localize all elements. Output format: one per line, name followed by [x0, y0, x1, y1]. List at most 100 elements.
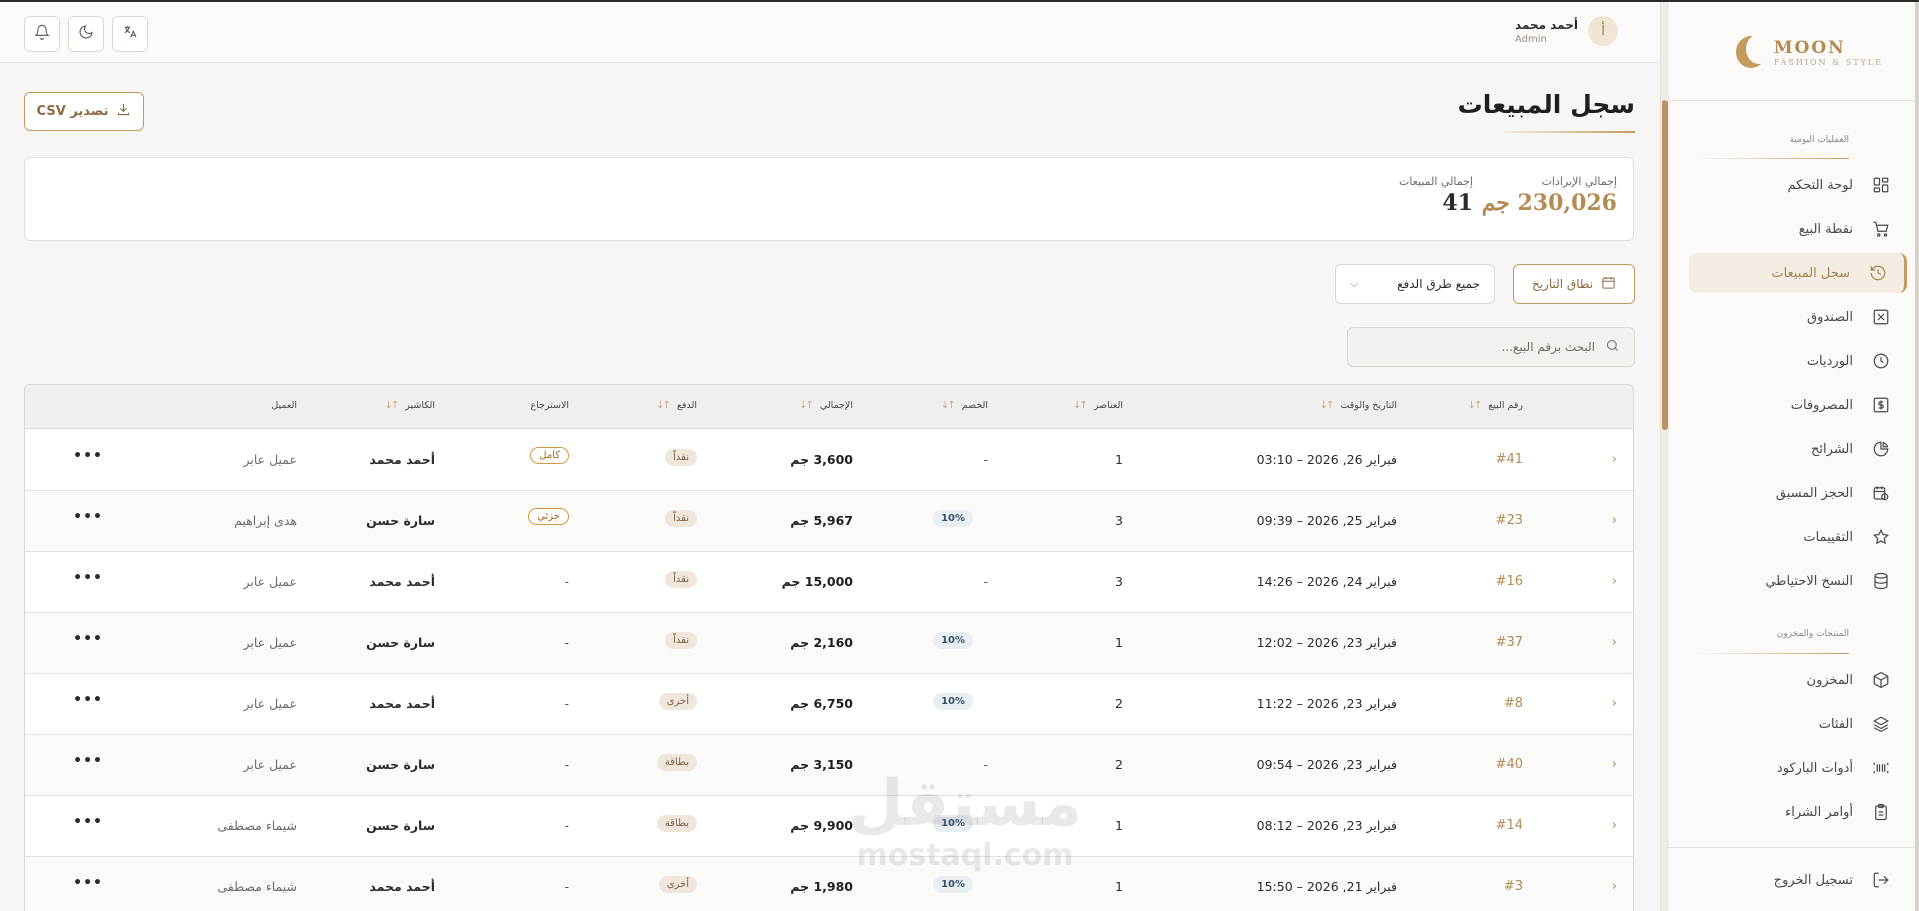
sale-id[interactable]: #8 [1504, 696, 1523, 711]
date-range-filter[interactable]: نطاق التاريخ [1513, 264, 1635, 304]
table-row[interactable]: ‹ #40 فبراير 23, 2026 – 09:54 2 - 3,150 جم بطا… [25, 735, 1633, 796]
box-icon [1871, 670, 1891, 690]
sort-icon[interactable]: ↑↓ [1320, 400, 1335, 411]
logout-button[interactable]: تسجيل الخروج [1689, 860, 1907, 900]
column-header-sale-id[interactable]: رقم البيع ↑↓ [1467, 400, 1523, 411]
column-header-label: العناصر [1093, 400, 1123, 411]
stat-value: 41 [1442, 190, 1473, 216]
sale-id[interactable]: #14 [1496, 818, 1523, 833]
logout-label: تسجيل الخروج [1773, 872, 1853, 888]
search-input[interactable] [1375, 340, 1595, 354]
expand-row-chevron-icon[interactable]: ‹ [1612, 818, 1617, 833]
page-scrollbar[interactable] [1915, 2, 1919, 911]
expand-row-chevron-icon[interactable]: ‹ [1612, 513, 1617, 528]
sidebar-item-cash-box[interactable]: الصندوق [1689, 297, 1907, 337]
theme-toggle-button[interactable] [68, 16, 104, 52]
search-field[interactable] [1347, 327, 1635, 367]
sidebar-item-sales-history[interactable]: سجل المبيعات [1689, 253, 1907, 293]
sidebar-item-pre-booking[interactable]: الحجز المسبق [1689, 473, 1907, 513]
language-button[interactable] [112, 16, 148, 52]
sidebar-item-expenses[interactable]: المصروفات [1689, 385, 1907, 425]
expand-row-chevron-icon[interactable]: ‹ [1612, 574, 1617, 589]
column-header-payment[interactable]: الدفع ↑↓ [656, 400, 697, 411]
column-header-label: الإجمالي [819, 400, 853, 411]
discount-badge: 10% [933, 815, 973, 832]
row-actions-more-icon[interactable]: ••• [73, 509, 103, 525]
user-menu[interactable]: أ أحمد محمد Admin [1515, 16, 1618, 46]
sidebar-item-barcode-tools[interactable]: أدوات الباركود [1689, 748, 1907, 788]
payment-method-badge: نقداً [665, 510, 697, 527]
table-row[interactable]: ‹ #23 فبراير 25, 2026 – 09:39 3 10% 5,967 جم ن… [25, 491, 1633, 552]
sale-id[interactable]: #40 [1496, 757, 1523, 772]
expand-row-chevron-icon[interactable]: ‹ [1612, 879, 1617, 894]
column-header-cashier[interactable]: الكاشير ↑↓ [384, 400, 435, 411]
column-header-discount[interactable]: الخصم ↑↓ [941, 400, 988, 411]
expand-row-chevron-icon[interactable]: ‹ [1612, 696, 1617, 711]
column-header-items[interactable]: العناصر ↑↓ [1073, 400, 1123, 411]
expand-row-chevron-icon[interactable]: ‹ [1612, 635, 1617, 650]
table-row[interactable]: ‹ #3 فبراير 21, 2026 – 15:50 1 10% 1,980 جم أخ… [25, 857, 1633, 911]
sale-datetime: فبراير 23, 2026 – 09:54 [1256, 757, 1397, 772]
column-header-total[interactable]: الإجمالي ↑↓ [799, 400, 853, 411]
row-actions-more-icon[interactable]: ••• [73, 570, 103, 586]
table-row[interactable]: ‹ #41 فبراير 26, 2026 – 03:10 1 - 3,600 جم نقد… [25, 430, 1633, 491]
table-header: رقم البيع ↑↓ التاريخ والوقت ↑↓ العناصر ↑↓ ا… [25, 385, 1633, 429]
sidebar-item-tiers[interactable]: الشرائح [1689, 429, 1907, 469]
sidebar-scrollbar[interactable] [1661, 2, 1669, 911]
sidebar-item-pos[interactable]: نقطة البيع [1689, 209, 1907, 249]
total-amount: 3,600 جم [790, 452, 853, 467]
sale-id[interactable]: #41 [1496, 452, 1523, 467]
sidebar-item-dashboard[interactable]: لوحة التحكم [1689, 165, 1907, 205]
cash-box-icon [1871, 307, 1891, 327]
expand-row-chevron-icon[interactable]: ‹ [1612, 452, 1617, 467]
sidebar-item-reviews[interactable]: التقييمات [1689, 517, 1907, 557]
barcode-icon [1871, 758, 1891, 778]
sale-id[interactable]: #16 [1496, 574, 1523, 589]
sidebar-scroll-thumb[interactable] [1662, 100, 1668, 430]
expand-row-chevron-icon[interactable]: ‹ [1612, 757, 1617, 772]
sidebar-item-backup[interactable]: النسخ الاحتياطي [1689, 561, 1907, 601]
cashier-name: سارة حسن [366, 757, 435, 772]
payment-method-badge: بطاقة [656, 754, 697, 771]
table-row[interactable]: ‹ #16 فبراير 24, 2026 – 14:26 3 - 15,000 جم نق… [25, 552, 1633, 613]
row-actions-more-icon[interactable]: ••• [73, 448, 103, 464]
refund-value: - [564, 879, 569, 894]
sale-id[interactable]: #3 [1504, 879, 1523, 894]
sidebar-item-label: المخزون [1806, 672, 1853, 688]
row-actions-more-icon[interactable]: ••• [73, 875, 103, 891]
notifications-button[interactable] [24, 16, 60, 52]
sort-icon[interactable]: ↑↓ [941, 400, 956, 411]
sort-icon[interactable]: ↑↓ [799, 400, 814, 411]
sort-icon[interactable]: ↑↓ [1467, 400, 1482, 411]
sidebar-item-purchase-orders[interactable]: أوامر الشراء [1689, 792, 1907, 832]
sidebar-item-categories[interactable]: الفئات [1689, 704, 1907, 744]
table-row[interactable]: ‹ #8 فبراير 23, 2026 – 11:22 2 10% 6,750 جم أخ… [25, 674, 1633, 735]
sale-id[interactable]: #23 [1496, 513, 1523, 528]
row-actions-more-icon[interactable]: ••• [73, 692, 103, 708]
brand-logo[interactable]: MOON FASHION & STYLE [1733, 28, 1883, 76]
sort-icon[interactable]: ↑↓ [384, 400, 399, 411]
table-row[interactable]: ‹ #14 فبراير 23, 2026 – 08:12 1 10% 9,900 جم ب… [25, 796, 1633, 857]
sidebar-item-shifts[interactable]: الورديات [1689, 341, 1907, 381]
row-actions-more-icon[interactable]: ••• [73, 814, 103, 830]
payment-method-badge: بطاقة [656, 815, 697, 832]
payment-method-select[interactable]: جميع طرق الدفع ⌵ [1335, 264, 1495, 304]
sidebar-item-inventory[interactable]: المخزون [1689, 660, 1907, 700]
row-actions-more-icon[interactable]: ••• [73, 753, 103, 769]
sort-icon[interactable]: ↑↓ [656, 400, 671, 411]
payment-method-badge: أخرى [658, 876, 697, 893]
table-row[interactable]: ‹ #37 فبراير 23, 2026 – 12:02 1 10% 2,160 جم ن… [25, 613, 1633, 674]
avatar[interactable]: أ [1588, 16, 1618, 46]
sale-id[interactable]: #37 [1496, 635, 1523, 650]
column-header-datetime[interactable]: التاريخ والوقت ↑↓ [1320, 400, 1397, 411]
dashboard-icon [1871, 175, 1891, 195]
sidebar-item-label: الورديات [1806, 353, 1853, 369]
divider [1665, 100, 1915, 101]
row-actions-more-icon[interactable]: ••• [73, 631, 103, 647]
cashier-name: سارة حسن [366, 513, 435, 528]
chevron-down-icon: ⌵ [1350, 277, 1359, 290]
section-divider [1694, 653, 1849, 654]
column-header-label: الدفع [676, 400, 697, 411]
sort-icon[interactable]: ↑↓ [1073, 400, 1088, 411]
export-csv-button[interactable]: تصدير CSV [24, 92, 144, 131]
